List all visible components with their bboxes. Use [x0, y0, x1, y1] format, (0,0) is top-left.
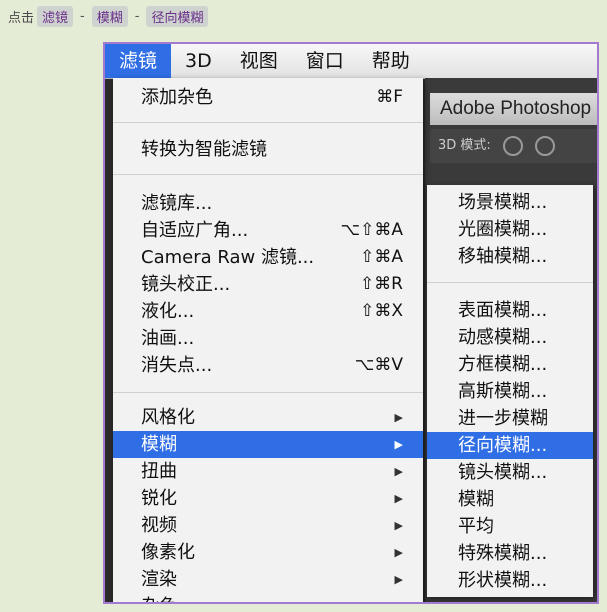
- submenu-item-box-blur[interactable]: 方框模糊...: [427, 351, 593, 378]
- shortcut: ⌥⌘V: [354, 355, 403, 375]
- instruction-breadcrumb: 点击 滤镜 - 模糊 - 径向模糊: [8, 6, 211, 27]
- submenu-arrow-icon: ▶: [394, 519, 403, 532]
- menu-item-blur[interactable]: 模糊 ▶: [113, 431, 423, 458]
- submenu-item-field-blur[interactable]: 场景模糊...: [427, 189, 593, 216]
- menu-filter[interactable]: 滤镜: [105, 44, 172, 78]
- shortcut: ⌥⇧⌘A: [340, 220, 403, 240]
- menu-item-pixelate[interactable]: 像素化 ▶: [113, 539, 423, 566]
- menu-item-sharpen[interactable]: 锐化 ▶: [113, 485, 423, 512]
- submenu-arrow-icon: ▶: [394, 465, 403, 478]
- menu-item-camera-raw[interactable]: Camera Raw 滤镜... ⇧⌘A: [113, 244, 423, 271]
- submenu-item-average[interactable]: 平均: [427, 513, 593, 540]
- breadcrumb-step-blur: 模糊: [91, 6, 128, 27]
- submenu-arrow-icon: ▶: [394, 438, 403, 451]
- 3d-rotate-icon[interactable]: [502, 135, 523, 156]
- filter-menu: 添加杂色 ⌘F 转换为智能滤镜 滤镜库... 自适应广角... ⌥⇧⌘A Cam…: [113, 78, 423, 602]
- shortcut: ⇧⌘R: [359, 274, 403, 294]
- menu-item-convert-smart-filter[interactable]: 转换为智能滤镜: [113, 136, 423, 163]
- menu-divider: [113, 122, 423, 123]
- menu-3d[interactable]: 3D: [171, 44, 226, 78]
- menu-help[interactable]: 帮助: [358, 44, 424, 78]
- menu-item-lens-correction[interactable]: 镜头校正... ⇧⌘R: [113, 271, 423, 298]
- breadcrumb-prefix: 点击: [8, 11, 35, 26]
- menu-item-filter-gallery[interactable]: 滤镜库...: [113, 190, 423, 217]
- submenu-item-lens-blur[interactable]: 镜头模糊...: [427, 459, 593, 486]
- submenu-item-blur-more[interactable]: 进一步模糊: [427, 405, 593, 432]
- menu-item-oil-paint[interactable]: 油画...: [113, 325, 423, 352]
- submenu-arrow-icon: ▶: [394, 546, 403, 559]
- submenu-arrow-icon: ▶: [395, 593, 403, 602]
- menu-bar: 滤镜 3D 视图 窗口 帮助: [105, 44, 597, 79]
- photoshop-title: Adobe Photoshop: [430, 93, 597, 125]
- menu-divider: [427, 282, 593, 283]
- submenu-item-iris-blur[interactable]: 光圈模糊...: [427, 216, 593, 243]
- submenu-item-surface-blur[interactable]: 表面模糊...: [427, 297, 593, 324]
- menu-item-distort[interactable]: 扭曲 ▶: [113, 458, 423, 485]
- screenshot-frame: 滤镜 3D 视图 窗口 帮助 Adobe Photoshop 3D 模式: 添加…: [103, 42, 599, 604]
- blur-submenu: 场景模糊... 光圈模糊... 移轴模糊... 表面模糊... 动感模糊... …: [427, 185, 593, 597]
- submenu-item-blur[interactable]: 模糊: [427, 486, 593, 513]
- menu-item-liquify[interactable]: 液化... ⇧⌘X: [113, 298, 423, 325]
- submenu-item-gaussian-blur[interactable]: 高斯模糊...: [427, 378, 593, 405]
- submenu-item-shape-blur[interactable]: 形状模糊...: [427, 567, 593, 594]
- menu-divider: [113, 174, 423, 175]
- menu-item-adaptive-wide-angle[interactable]: 自适应广角... ⌥⇧⌘A: [113, 217, 423, 244]
- menu-divider: [113, 392, 423, 393]
- submenu-arrow-icon: ▶: [394, 573, 403, 586]
- menu-window[interactable]: 窗口: [292, 44, 358, 78]
- menu-item-vanishing-point[interactable]: 消失点... ⌥⌘V: [113, 352, 423, 379]
- menu-item-render[interactable]: 渲染 ▶: [113, 566, 423, 593]
- 3d-roll-icon[interactable]: [535, 135, 556, 156]
- breadcrumb-step-filter: 滤镜: [37, 6, 74, 27]
- breadcrumb-separator: -: [134, 9, 140, 24]
- submenu-item-motion-blur[interactable]: 动感模糊...: [427, 324, 593, 351]
- submenu-item-smart-blur[interactable]: 特殊模糊...: [427, 540, 593, 567]
- menu-view[interactable]: 视图: [226, 44, 292, 78]
- submenu-item-tilt-shift[interactable]: 移轴模糊...: [427, 243, 593, 270]
- shortcut: ⇧⌘X: [360, 301, 403, 321]
- menu-item-stylize[interactable]: 风格化 ▶: [113, 404, 423, 431]
- menu-item-add-noise[interactable]: 添加杂色 ⌘F: [113, 84, 423, 111]
- shortcut: ⌘F: [376, 87, 403, 107]
- shortcut: ⇧⌘A: [360, 247, 403, 267]
- submenu-arrow-icon: ▶: [394, 492, 403, 505]
- options-bar: 3D 模式:: [430, 129, 597, 163]
- submenu-arrow-icon: ▶: [394, 411, 403, 424]
- submenu-item-radial-blur[interactable]: 径向模糊...: [427, 432, 593, 459]
- menu-item-video[interactable]: 视频 ▶: [113, 512, 423, 539]
- breadcrumb-separator: -: [80, 9, 85, 24]
- 3d-mode-label: 3D 模式:: [438, 138, 491, 153]
- breadcrumb-step-radial-blur: 径向模糊: [146, 6, 209, 27]
- menu-item-noise[interactable]: 杂色 ▶: [113, 593, 423, 602]
